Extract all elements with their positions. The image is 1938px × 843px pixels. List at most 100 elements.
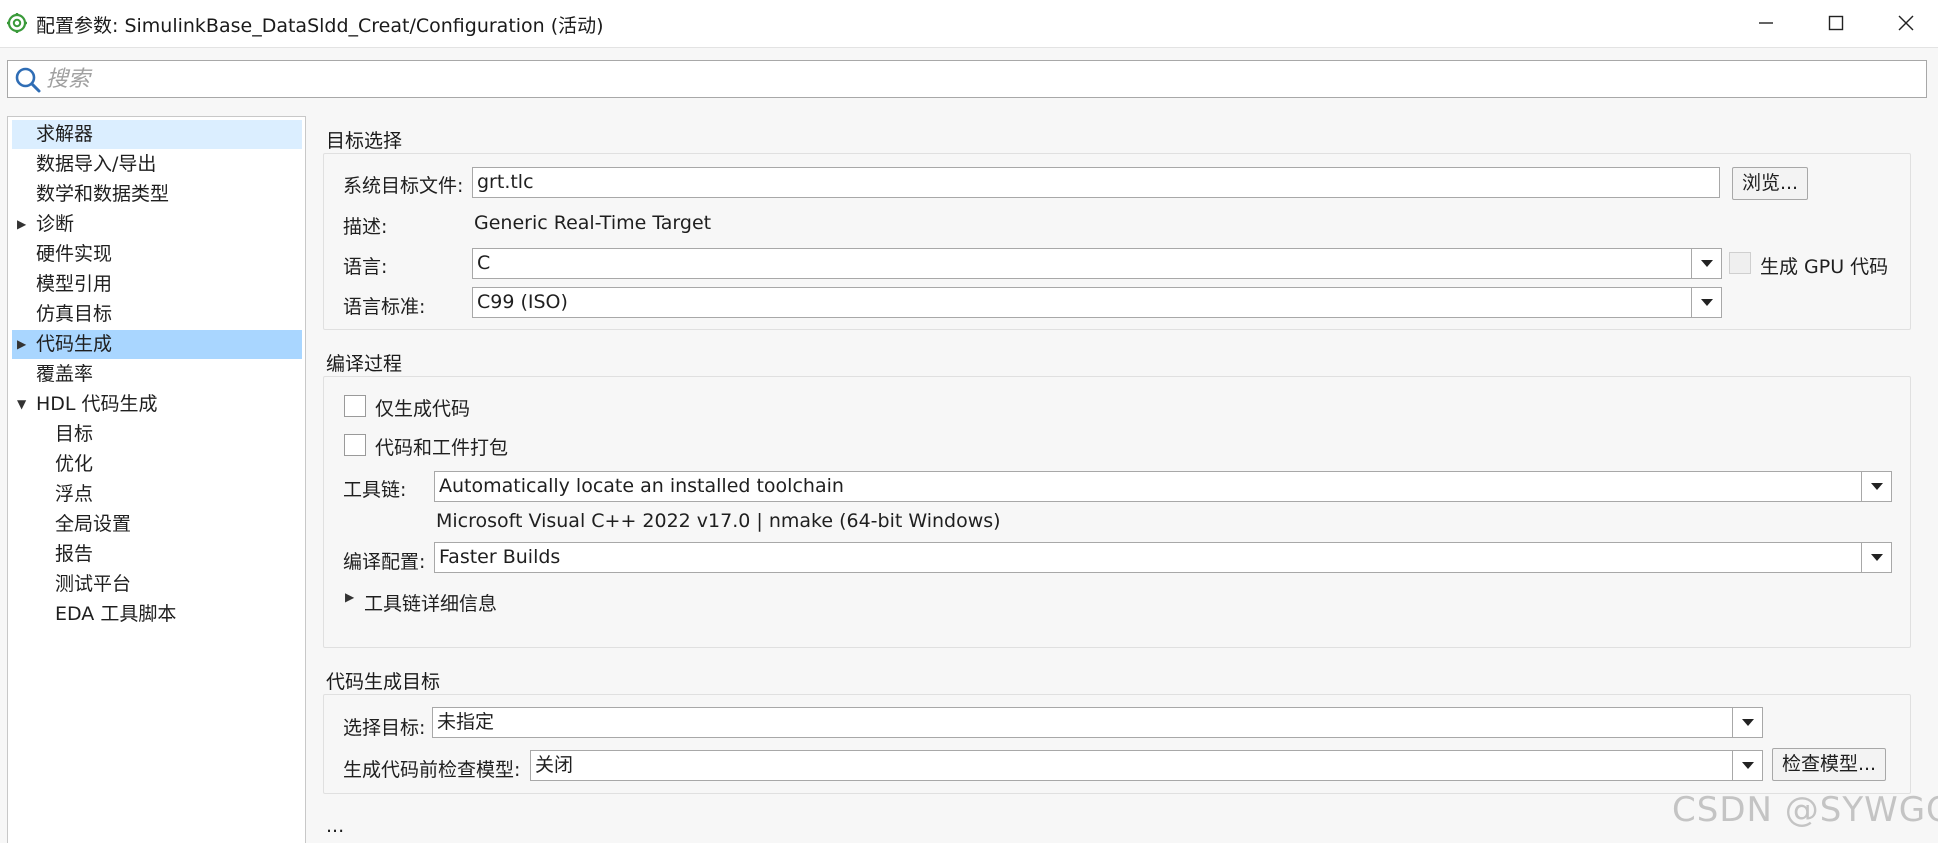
tree-item-code-generation[interactable]: ▶ 代码生成	[12, 330, 302, 359]
watermark: CSDN @SYWGO	[1672, 790, 1938, 830]
tree-item-diagnostics[interactable]: ▶ 诊断	[12, 210, 302, 239]
language-standard-dropdown-button[interactable]	[1691, 288, 1721, 317]
check-model-value: 关闭	[535, 754, 574, 776]
generate-code-only-checkbox[interactable]	[344, 395, 366, 417]
tree-item-label: EDA 工具脚本	[55, 603, 177, 625]
tree-item-label: 模型引用	[36, 273, 113, 295]
search-input[interactable]	[46, 63, 1916, 95]
browse-button[interactable]: 浏览...	[1732, 167, 1808, 200]
tree-item-label: 求解器	[36, 123, 94, 145]
language-dropdown-button[interactable]	[1691, 249, 1721, 278]
tree-item-label: 优化	[55, 453, 94, 475]
build-config-select[interactable]: Faster Builds	[434, 542, 1892, 573]
search-icon	[15, 67, 41, 93]
language-standard-select[interactable]: C99 (ISO)	[472, 287, 1722, 318]
chevron-down-icon	[1741, 761, 1754, 769]
tree-item-hdl-floating-point[interactable]: 浮点	[12, 480, 302, 509]
tree-item-label: 全局设置	[55, 513, 132, 535]
build-config-value: Faster Builds	[439, 546, 561, 568]
more-ellipsis: ...	[326, 815, 345, 837]
toolchain-select-value: Automatically locate an installed toolch…	[439, 475, 844, 497]
tree-item-label: 测试平台	[55, 573, 132, 595]
package-code-label: 代码和工件打包	[375, 437, 509, 459]
package-code-checkbox[interactable]	[344, 434, 366, 456]
tree-item-data-import-export[interactable]: 数据导入/导出	[12, 150, 302, 179]
gpu-code-label: 生成 GPU 代码	[1760, 256, 1889, 278]
title-bar: 配置参数: SimulinkBase_DataSldd_Creat/Config…	[0, 0, 1938, 48]
language-select-value: C	[477, 252, 491, 274]
tree-item-hdl-code-generation[interactable]: ▼ HDL 代码生成	[12, 390, 302, 419]
close-icon	[1898, 15, 1914, 31]
description-value: Generic Real-Time Target	[474, 212, 712, 234]
codegen-section-title: 代码生成目标	[326, 671, 441, 693]
minimize-button[interactable]	[1746, 8, 1786, 38]
chevron-down-icon	[1870, 553, 1883, 561]
description-label: 描述:	[343, 216, 388, 238]
system-target-label: 系统目标文件:	[343, 175, 464, 197]
maximize-icon	[1828, 15, 1844, 31]
tree-item-hardware[interactable]: 硬件实现	[12, 240, 302, 269]
tree-item-hdl-target[interactable]: 目标	[12, 420, 302, 449]
check-model-select[interactable]: 关闭	[530, 750, 1763, 781]
check-model-label: 生成代码前检查模型:	[343, 759, 521, 781]
tree-item-label: HDL 代码生成	[36, 393, 158, 415]
tree-item-hdl-optimization[interactable]: 优化	[12, 450, 302, 479]
tree-item-label: 数学和数据类型	[36, 183, 170, 205]
toolchain-details-label: 工具链详细信息	[364, 593, 498, 615]
language-label: 语言:	[343, 256, 388, 278]
toolchain-info: Microsoft Visual C++ 2022 v17.0 | nmake …	[436, 510, 1001, 532]
tree-item-label: 仿真目标	[36, 303, 113, 325]
tree-item-hdl-global-settings[interactable]: 全局设置	[12, 510, 302, 539]
system-target-input[interactable]: grt.tlc	[472, 167, 1720, 198]
tree-item-label: 目标	[55, 423, 94, 445]
tree-item-solver[interactable]: 求解器	[12, 120, 302, 149]
tree-item-label: 覆盖率	[36, 363, 94, 385]
tree-item-hdl-test-bench[interactable]: 测试平台	[12, 570, 302, 599]
language-select[interactable]: C	[472, 248, 1722, 279]
select-objective-dropdown-button[interactable]	[1732, 708, 1762, 737]
sidebar-tree: 求解器 数据导入/导出 数学和数据类型 ▶ 诊断 硬件实现 模型引用 仿真目标 …	[7, 116, 306, 843]
language-standard-value: C99 (ISO)	[477, 291, 568, 313]
tree-item-model-referencing[interactable]: 模型引用	[12, 270, 302, 299]
tree-item-label: 数据导入/导出	[36, 153, 157, 175]
language-standard-label: 语言标准:	[343, 296, 426, 318]
target-section-title: 目标选择	[326, 130, 403, 152]
chevron-down-icon	[1700, 298, 1713, 306]
window-title: 配置参数: SimulinkBase_DataSldd_Creat/Config…	[36, 15, 604, 37]
collapse-arrow-icon[interactable]: ▼	[17, 390, 31, 419]
expand-arrow-icon[interactable]: ▶	[17, 330, 31, 359]
toolchain-label: 工具链:	[343, 479, 407, 501]
expand-arrow-icon: ▶	[345, 590, 355, 604]
generate-code-only-label: 仅生成代码	[375, 398, 471, 420]
minimize-icon	[1759, 22, 1773, 24]
search-bar	[7, 60, 1927, 98]
tree-item-hdl-report[interactable]: 报告	[12, 540, 302, 569]
select-objective-value: 未指定	[437, 711, 495, 733]
tree-item-simulation-target[interactable]: 仿真目标	[12, 300, 302, 329]
toolchain-dropdown-button[interactable]	[1861, 472, 1891, 501]
build-config-dropdown-button[interactable]	[1861, 543, 1891, 572]
tree-item-label: 浮点	[55, 483, 94, 505]
select-objective-label: 选择目标:	[343, 717, 426, 739]
tree-item-label: 代码生成	[36, 333, 113, 355]
close-button[interactable]	[1886, 8, 1926, 38]
gpu-code-checkbox[interactable]	[1729, 252, 1751, 274]
toolchain-select[interactable]: Automatically locate an installed toolch…	[434, 471, 1892, 502]
maximize-button[interactable]	[1816, 8, 1856, 38]
check-model-button[interactable]: 检查模型...	[1772, 748, 1886, 781]
tree-item-label: 诊断	[36, 213, 75, 235]
build-config-label: 编译配置:	[343, 551, 426, 573]
expand-arrow-icon[interactable]: ▶	[17, 210, 31, 239]
tree-item-label: 硬件实现	[36, 243, 113, 265]
chevron-down-icon	[1741, 718, 1754, 726]
app-gear-icon	[7, 13, 27, 33]
tree-item-hdl-eda-tool-scripts[interactable]: EDA 工具脚本	[12, 600, 302, 629]
tree-item-math-data-types[interactable]: 数学和数据类型	[12, 180, 302, 209]
build-section-title: 编译过程	[326, 353, 403, 375]
select-objective-select[interactable]: 未指定	[432, 707, 1763, 738]
chevron-down-icon	[1870, 482, 1883, 490]
tree-item-label: 报告	[55, 543, 94, 565]
chevron-down-icon	[1700, 259, 1713, 267]
tree-item-coverage[interactable]: 覆盖率	[12, 360, 302, 389]
check-model-dropdown-button[interactable]	[1732, 751, 1762, 780]
